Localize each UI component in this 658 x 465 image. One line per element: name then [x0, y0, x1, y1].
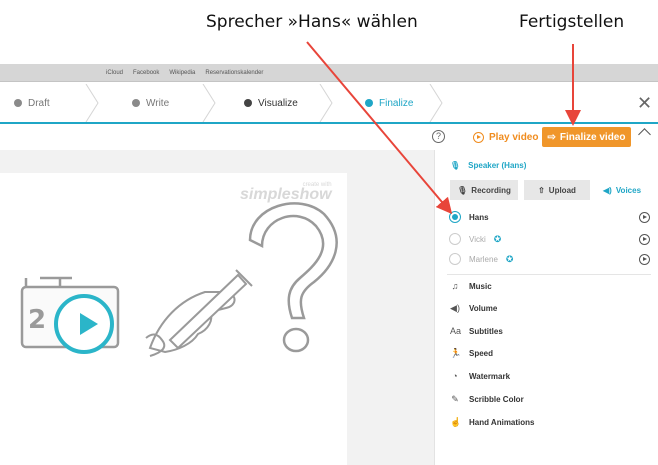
arrow-to-hans — [306, 41, 453, 215]
annotation-arrows — [306, 41, 581, 215]
